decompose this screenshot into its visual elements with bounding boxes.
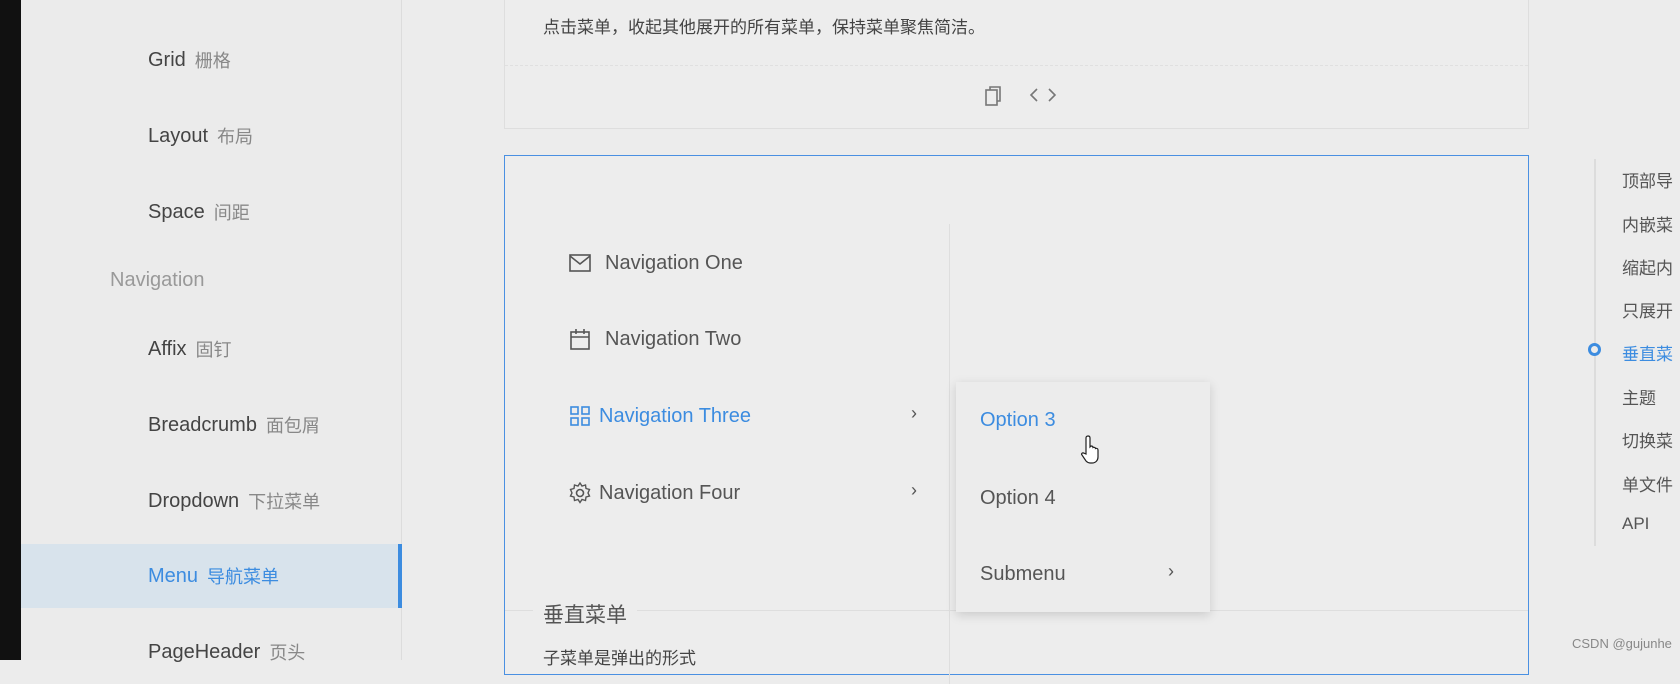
item-cn-label: 栅格 [194,51,231,71]
item-label: Layout [148,124,209,147]
submenu-popup: Option 3 Option 4 Submenu › [956,382,1210,612]
menu-item-label: Navigation One [605,251,743,274]
window-edge [0,0,21,660]
code-icon[interactable] [1029,87,1057,103]
menu-item-label: Navigation Three [599,404,751,427]
sidebar-item-layout[interactable]: Layout 布局 [21,104,402,168]
sidebar-item-breadcrumb[interactable]: Breadcrumb 面包屑 [21,393,402,457]
menu-item-label: Navigation Four [599,481,741,504]
anchor-link[interactable]: 切换菜 [1622,427,1673,452]
anchor-link[interactable]: 缩起内 [1622,254,1673,279]
calendar-icon [570,329,590,350]
anchor-link[interactable]: 内嵌菜 [1622,211,1673,236]
menu-border [949,224,950,684]
demo-description: 点击菜单，收起其他展开的所有菜单，保持菜单聚焦简洁。 [543,18,985,37]
demo-title: 垂直菜单 [533,599,637,629]
item-cn-label: 面包屑 [265,416,320,436]
anchor-link[interactable]: API [1622,514,1649,534]
item-label: PageHeader [148,640,261,663]
item-cn-label: 页头 [269,643,306,663]
sidebar-item-affix[interactable]: Affix 固钉 [21,317,402,381]
sidebar-item-dropdown[interactable]: Dropdown 下拉菜单 [21,469,402,533]
anchor-active-dot [1588,343,1601,356]
item-label: Dropdown [148,489,240,512]
item-cn-label: 布局 [217,127,254,147]
watermark: CSDN @gujunhe [1572,636,1672,651]
item-cn-label: 固钉 [195,340,232,360]
item-label: Grid [148,48,186,71]
menu-item-navigation-two[interactable]: Navigation Two [569,319,741,359]
appstore-icon [570,406,590,426]
sidebar-item-space[interactable]: Space 间距 [21,180,402,244]
item-label: Space [148,200,205,223]
menu-item-navigation-three[interactable]: Navigation Three › [569,396,929,436]
chevron-right-icon: › [911,480,917,500]
anchor-link[interactable]: 主题 [1622,384,1656,409]
item-label: Affix [148,337,187,360]
sidebar-group-navigation: Navigation [110,269,205,291]
anchor-link[interactable]: 单文件 [1622,471,1673,496]
item-cn-label: 导航菜单 [207,567,280,587]
chevron-right-icon: › [911,403,917,423]
demo-card-previous: 点击菜单，收起其他展开的所有菜单，保持菜单聚焦简洁。 [504,0,1529,129]
item-cn-label: 间距 [213,203,250,223]
item-cn-label: 下拉菜单 [248,492,321,512]
menu-item-label: Navigation Two [605,327,742,350]
sidebar-item-grid[interactable]: Grid 栅格 [21,28,402,92]
anchor-link[interactable]: 只展开 [1622,297,1673,322]
copy-icon[interactable] [983,85,1003,107]
divider [505,65,1528,66]
item-label: Breadcrumb [148,413,257,436]
chevron-right-icon: › [1168,561,1174,581]
item-label: Menu [148,564,199,587]
sidebar-item-pageheader[interactable]: PageHeader 页头 [21,620,402,684]
menu-item-option-4[interactable]: Option 4 [980,487,1056,510]
anchor-link[interactable]: 顶部导 [1622,167,1673,192]
menu-item-navigation-one[interactable]: Navigation One [569,243,743,283]
sidebar: Grid 栅格 Layout 布局 Space 间距 Navigation Affix… [21,0,402,663]
menu-item-navigation-four[interactable]: Navigation Four › [569,473,929,513]
menu-item-option-3[interactable]: Option 3 [980,409,1056,432]
setting-icon [569,482,591,504]
menu-item-submenu[interactable]: Submenu [980,563,1066,586]
sidebar-item-menu[interactable]: Menu 导航菜单 [21,544,402,608]
demo-description: 子菜单是弹出的形式 [543,649,696,668]
mail-icon [569,254,591,272]
anchor-link-active[interactable]: 垂直菜 [1622,340,1673,365]
hand-cursor-icon [1081,435,1099,464]
